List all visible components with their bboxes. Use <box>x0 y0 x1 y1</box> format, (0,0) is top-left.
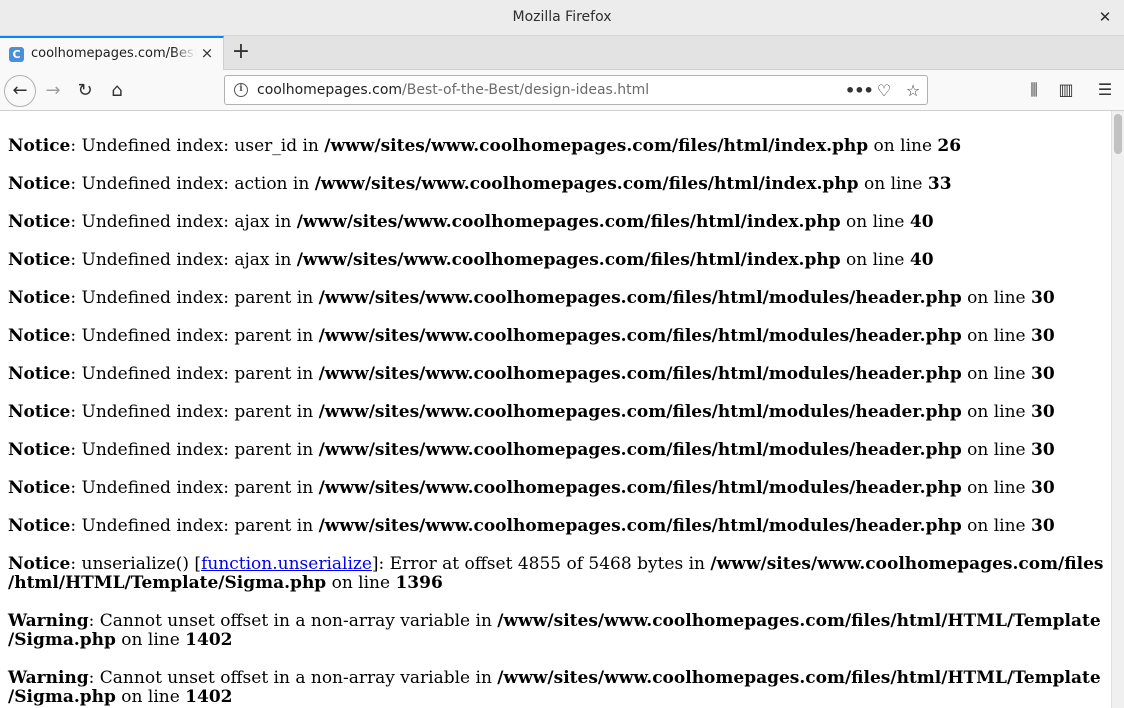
warning-message: Warning: Cannot unset offset in a non-ar… <box>8 611 1101 650</box>
reload-button[interactable]: ↻ <box>70 76 100 106</box>
tab-close-icon[interactable]: × <box>199 45 215 61</box>
url-path: /Best-of-the-Best/design-ideas.html <box>402 82 650 98</box>
site-info-icon[interactable]: i <box>234 83 248 97</box>
url-host: coolhomepages.com <box>257 82 403 98</box>
warning-message: Warning: Cannot unset offset in a non-ar… <box>8 668 1101 707</box>
bookmark-star-icon[interactable]: ☆ <box>902 80 924 102</box>
site-favicon-icon: C <box>9 47 24 62</box>
error-message: Notice: Undefined index: parent in /www/… <box>8 402 1055 422</box>
navigation-toolbar: ← → ↻ ⌂ i coolhomepages.com/Best-of-the-… <box>0 70 1124 111</box>
back-button[interactable]: ← <box>4 75 36 107</box>
window-close-icon[interactable]: ✕ <box>1096 8 1114 26</box>
page-actions-icon[interactable]: ••• <box>845 80 874 102</box>
error-message: Notice: Undefined index: parent in /www/… <box>8 364 1055 384</box>
error-message: Notice: Undefined index: action in /www/… <box>8 174 952 194</box>
library-icon[interactable]: ⫼ <box>1023 79 1045 101</box>
error-message: Notice: Undefined index: ajax in /www/si… <box>8 250 934 270</box>
vertical-scrollbar[interactable] <box>1111 111 1124 708</box>
error-message: Notice: Undefined index: ajax in /www/si… <box>8 212 934 232</box>
error-message: Notice: Undefined index: parent in /www/… <box>8 516 1055 536</box>
error-message: Notice: Undefined index: parent in /www/… <box>8 440 1055 460</box>
scrollbar-thumb[interactable] <box>1114 114 1122 154</box>
hamburger-menu-icon[interactable]: ☰ <box>1094 79 1116 101</box>
url-text[interactable]: coolhomepages.com/Best-of-the-Best/desig… <box>257 82 649 98</box>
url-bar[interactable]: i coolhomepages.com/Best-of-the-Best/des… <box>224 75 928 105</box>
tab-coolhomepages[interactable]: C coolhomepages.com/Best-of-the-Best/des… <box>0 36 224 71</box>
error-message: Notice: Undefined index: parent in /www/… <box>8 288 1055 308</box>
unserialize-error-message: Notice: unserialize() [function.unserial… <box>8 554 1104 593</box>
error-message: Notice: Undefined index: parent in /www/… <box>8 478 1055 498</box>
sidebar-icon[interactable]: ▥ <box>1055 79 1077 101</box>
page-content: Notice: Undefined index: user_id in /www… <box>0 111 1111 708</box>
error-message: Notice: Undefined index: parent in /www/… <box>8 326 1055 346</box>
home-button[interactable]: ⌂ <box>102 76 132 106</box>
function-unserialize-link[interactable]: function.unserialize <box>201 554 372 574</box>
tab-strip: C coolhomepages.com/Best-of-the-Best/des… <box>0 36 1124 71</box>
forward-button[interactable]: → <box>38 76 68 106</box>
pocket-icon[interactable]: ♡ <box>873 80 895 102</box>
error-message: Notice: Undefined index: user_id in /www… <box>8 136 962 156</box>
window-titlebar: Mozilla Firefox ✕ <box>0 0 1124 36</box>
tab-label: coolhomepages.com/Best-of-the-Best/desig… <box>31 46 196 61</box>
window-title: Mozilla Firefox <box>512 9 612 25</box>
new-tab-button[interactable]: + <box>229 41 253 65</box>
